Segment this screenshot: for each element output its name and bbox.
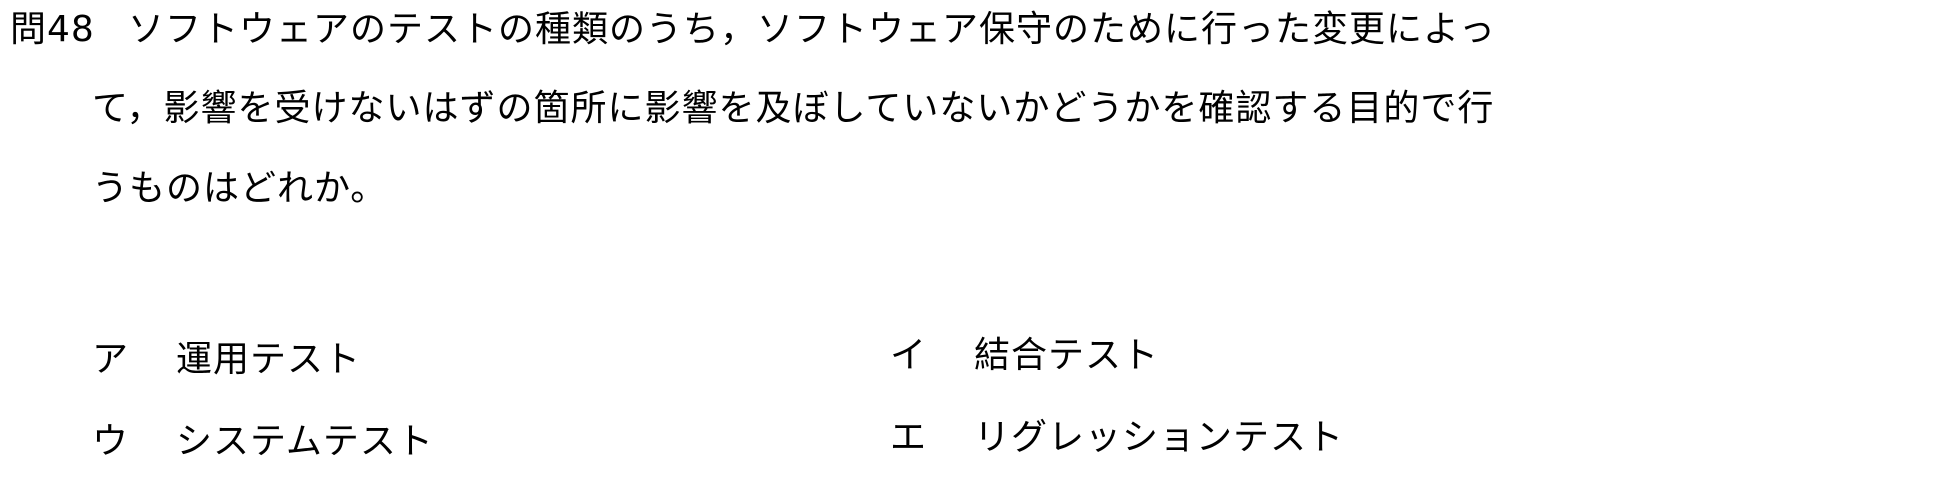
answer-choices: ア 運用テスト イ 結合テスト ウ システムテスト エ リグレッションテスト — [0, 0, 1937, 484]
choice-e-key: エ — [890, 417, 928, 458]
choice-i[interactable]: イ 結合テスト — [890, 331, 1159, 381]
choice-u-text: システムテスト — [176, 421, 434, 462]
choice-i-text: 結合テスト — [974, 335, 1160, 376]
choice-u[interactable]: ウ システムテスト — [92, 417, 434, 467]
choice-a-key: ア — [92, 339, 130, 380]
choice-i-key: イ — [890, 335, 928, 376]
choice-a[interactable]: ア 運用テスト — [92, 335, 361, 385]
choice-e-text: リグレッションテスト — [974, 417, 1345, 458]
choice-a-text: 運用テスト — [176, 339, 362, 380]
choice-u-key: ウ — [92, 421, 130, 462]
choice-e[interactable]: エ リグレッションテスト — [890, 413, 1344, 463]
